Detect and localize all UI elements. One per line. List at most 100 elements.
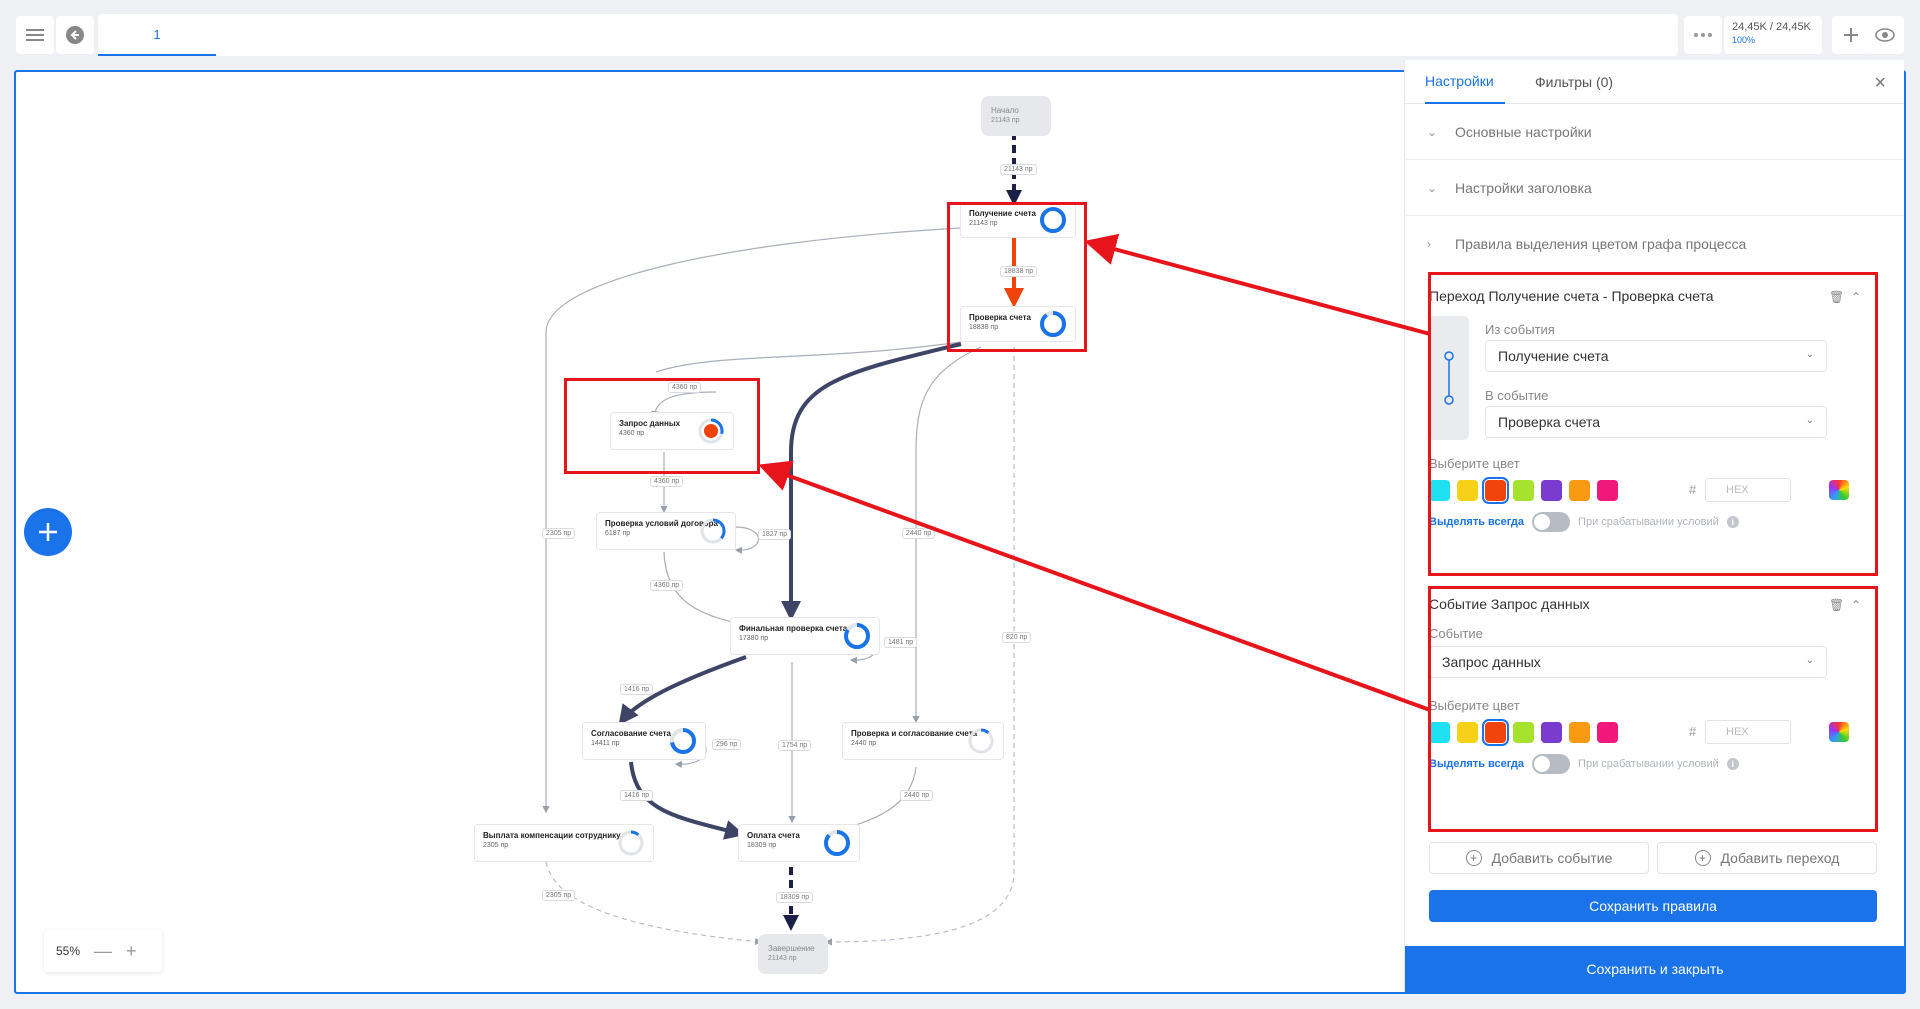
select-value: Запрос данных	[1442, 654, 1541, 670]
color-picker-icon[interactable]	[1829, 722, 1849, 742]
node-check[interactable]: Проверка счета 18838 пр	[960, 306, 1076, 342]
more-dots-icon[interactable]	[1684, 16, 1722, 54]
top-bar: 1 24,45K / 24,45K 100%	[14, 14, 1906, 56]
stats-count: 24,45K / 24,45K	[1732, 21, 1811, 33]
plus-icon[interactable]	[1832, 16, 1870, 54]
eye-icon[interactable]	[1866, 16, 1904, 54]
add-transition-button[interactable]: + Добавить переход	[1657, 842, 1877, 874]
swatch-cyan[interactable]	[1429, 480, 1450, 501]
always-highlight-label[interactable]: Выделять всегда	[1429, 758, 1524, 770]
edge-label: 296 пр	[712, 739, 742, 750]
swatch-orange[interactable]	[1569, 480, 1590, 501]
edge-label: 820 пр	[1002, 632, 1032, 643]
highlight-toggle[interactable]	[1532, 512, 1571, 532]
rule-tools: 🗑 ⌃	[1829, 290, 1861, 304]
save-rules-button[interactable]: Сохранить правила	[1429, 890, 1877, 922]
node-payout[interactable]: Выплата компенсации сотруднику 2305 пр	[474, 824, 654, 862]
swatch-pink[interactable]	[1597, 480, 1618, 501]
stats-percent: 100%	[1732, 35, 1756, 45]
to-event-label: В событие	[1485, 388, 1549, 403]
node-count: 21143 пр	[768, 955, 797, 962]
chevron-up-icon[interactable]: ⌃	[1851, 598, 1861, 612]
highlight-toggle[interactable]	[1532, 754, 1571, 774]
connection-icon	[1429, 316, 1469, 440]
tab-filters[interactable]: Фильтры (0)	[1535, 60, 1613, 104]
close-icon[interactable]: ×	[1874, 72, 1886, 95]
save-and-close-button[interactable]: Сохранить и закрыть	[1405, 946, 1905, 992]
from-event-select[interactable]: Получение счета ⌄	[1485, 340, 1827, 372]
add-event-button[interactable]: + Добавить событие	[1429, 842, 1649, 874]
tab-1[interactable]: 1	[98, 14, 216, 56]
info-icon[interactable]: i	[1726, 516, 1739, 528]
hex-hash: #	[1689, 482, 1697, 497]
always-highlight-label[interactable]: Выделять всегда	[1429, 516, 1524, 528]
node-final[interactable]: Финальная проверка счета 17380 пр	[730, 617, 880, 655]
to-event-select[interactable]: Проверка счета ⌄	[1485, 406, 1827, 438]
swatch-pink[interactable]	[1597, 722, 1618, 743]
zoom-out-button[interactable]: —	[94, 941, 112, 962]
swatch-purple[interactable]	[1541, 722, 1562, 743]
color-label: Выберите цвет	[1429, 698, 1520, 713]
node-request[interactable]: Запрос данных 4360 пр	[610, 412, 734, 450]
swatch-yellow[interactable]	[1457, 722, 1478, 743]
swatch-orange[interactable]	[1569, 722, 1590, 743]
from-event-label: Из события	[1485, 322, 1555, 337]
swatch-green[interactable]	[1513, 722, 1534, 743]
edge-label: 4360 пр	[650, 580, 684, 591]
zoom-level: 55%	[56, 944, 81, 958]
ring-chart-icon	[618, 830, 644, 856]
section-title-settings[interactable]: ⌄ Настройки заголовка	[1405, 160, 1904, 216]
node-start[interactable]: Начало 21143 пр	[981, 96, 1051, 136]
node-end[interactable]: Завершение 21143 пр	[758, 934, 828, 974]
hex-input[interactable]: HEX	[1705, 720, 1791, 744]
node-title: Начало	[991, 106, 1019, 115]
condition-label[interactable]: При срабатывании условий	[1578, 758, 1719, 770]
edge-label: 18838 пр	[1000, 266, 1038, 277]
condition-label[interactable]: При срабатывании условий	[1578, 516, 1719, 528]
zoom-control: 55% — +	[44, 930, 162, 972]
edge-label: 1416 пр	[620, 790, 654, 801]
ring-chart-icon	[968, 728, 994, 754]
hex-hash: #	[1689, 724, 1697, 739]
highlight-toggle-row: Выделять всегда При срабатывании условий…	[1429, 754, 1739, 774]
swatch-red[interactable]	[1482, 719, 1509, 746]
stats-box: 24,45K / 24,45K 100%	[1724, 16, 1822, 54]
select-value: Получение счета	[1498, 348, 1609, 364]
swatch-red[interactable]	[1482, 477, 1509, 504]
trash-icon[interactable]: 🗑	[1829, 598, 1844, 612]
back-arrow-icon[interactable]	[56, 16, 94, 54]
panel-tabs: Настройки Фильтры (0) ×	[1405, 60, 1904, 104]
section-label: Правила выделения цветом графа процесса	[1455, 236, 1747, 252]
section-label: Настройки заголовка	[1455, 179, 1592, 196]
hex-input[interactable]: HEX	[1705, 478, 1791, 502]
section-color-rules[interactable]: › Правила выделения цветом графа процесс…	[1405, 216, 1904, 272]
node-contract[interactable]: Проверка условий договора 6187 пр	[596, 512, 736, 550]
node-check-approve[interactable]: Проверка и согласование счета 2440 пр	[842, 722, 1004, 760]
color-picker-icon[interactable]	[1829, 480, 1849, 500]
color-swatches	[1429, 477, 1625, 504]
node-pay[interactable]: Оплата счета 18309 пр	[738, 824, 860, 862]
tab-settings[interactable]: Настройки	[1425, 60, 1505, 104]
swatch-green[interactable]	[1513, 480, 1534, 501]
swatch-yellow[interactable]	[1457, 480, 1478, 501]
swatch-cyan[interactable]	[1429, 722, 1450, 743]
trash-icon[interactable]: 🗑	[1829, 290, 1844, 304]
swatch-purple[interactable]	[1541, 480, 1562, 501]
node-receive[interactable]: Получение счета 21143 пр	[960, 202, 1076, 238]
ring-chart-icon	[1040, 207, 1066, 233]
add-event-label: Добавить событие	[1491, 850, 1613, 866]
edge-label: 18309 пр	[776, 892, 814, 903]
info-icon[interactable]: i	[1726, 758, 1739, 770]
rule-tools: 🗑 ⌃	[1829, 598, 1861, 612]
add-fab-button[interactable]	[24, 508, 72, 556]
section-main-settings[interactable]: ⌄ Основные настройки	[1405, 104, 1904, 160]
add-transition-label: Добавить переход	[1720, 850, 1840, 866]
hamburger-menu-icon[interactable]	[16, 16, 54, 54]
chevron-up-icon[interactable]: ⌃	[1851, 290, 1861, 304]
zoom-in-button[interactable]: +	[126, 941, 137, 962]
event-label: Событие	[1429, 626, 1483, 641]
node-approve[interactable]: Согласование счета 14411 пр	[582, 722, 706, 760]
event-select[interactable]: Запрос данных ⌄	[1429, 646, 1827, 678]
color-label: Выберите цвет	[1429, 456, 1520, 471]
edge-label: 1416 пр	[620, 684, 654, 695]
